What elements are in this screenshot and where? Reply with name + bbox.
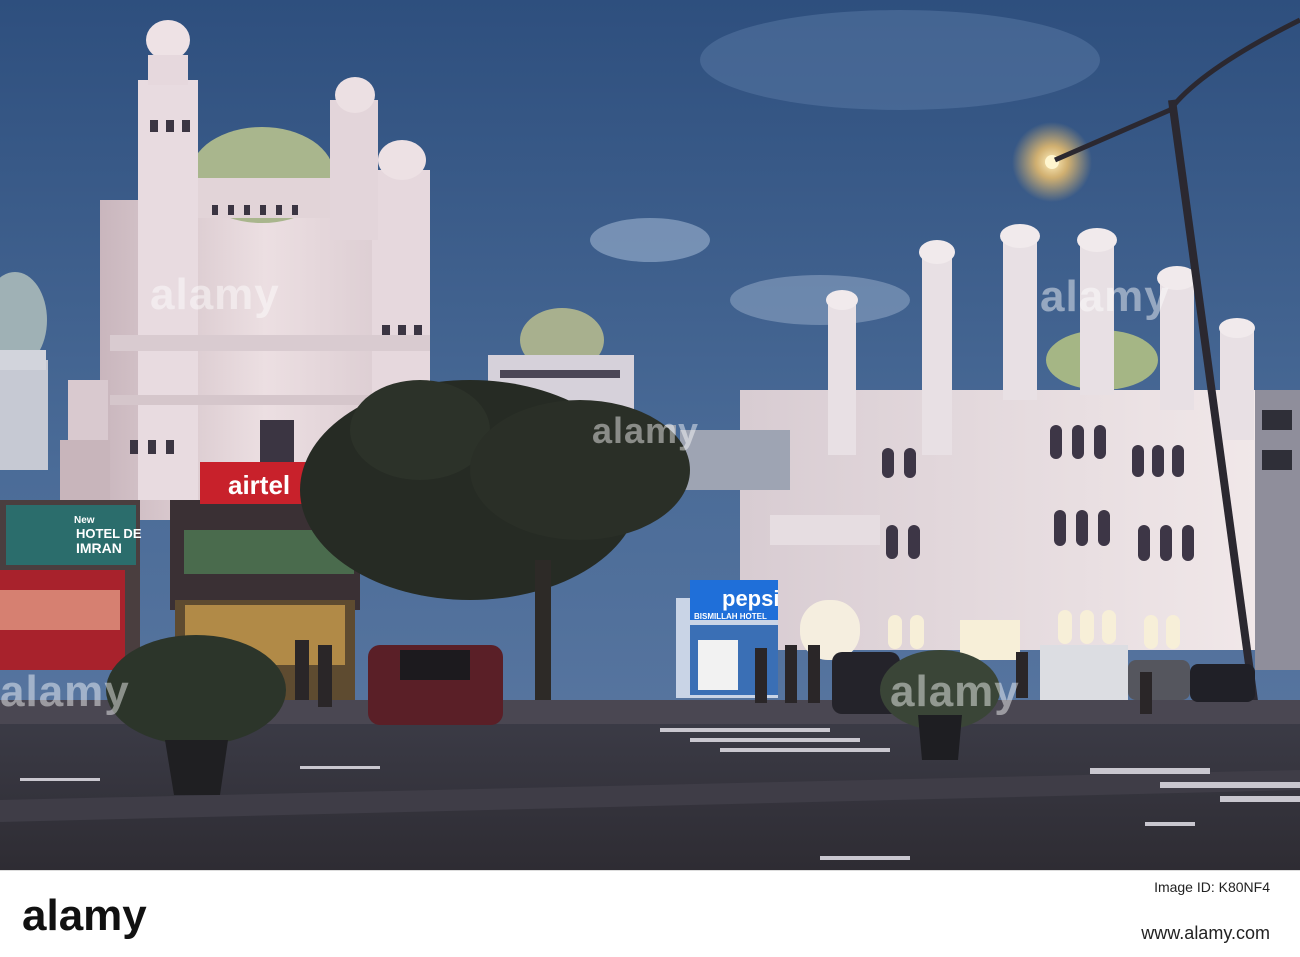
watermark: alamy xyxy=(592,410,700,451)
hotel-sign-name-2: IMRAN xyxy=(76,540,122,556)
photo-frame: airtel New HOTEL DE IMRAN pepsi BISMILLA… xyxy=(0,0,1300,957)
alamy-logo[interactable]: alamy xyxy=(22,891,147,941)
watermark: alamy xyxy=(1040,272,1170,321)
watermark: alamy xyxy=(150,270,280,319)
pepsi-sign-text: pepsi xyxy=(722,586,780,611)
pepsi-booth-subtext: BISMILLAH HOTEL xyxy=(694,612,767,621)
site-url-link[interactable]: www.alamy.com xyxy=(1141,923,1270,944)
watermark: alamy xyxy=(890,667,1020,716)
airtel-sign-text: airtel xyxy=(228,470,291,500)
image-id-label: Image ID: K80NF4 xyxy=(1154,879,1270,895)
hotel-sign-name-1: HOTEL DE xyxy=(76,526,142,541)
left-edge-dome xyxy=(0,272,48,470)
watermark: alamy xyxy=(0,667,130,716)
stock-footer: alamy Image ID: K80NF4 www.alamy.com xyxy=(0,870,1300,957)
hotel-sign-new: New xyxy=(74,515,95,526)
